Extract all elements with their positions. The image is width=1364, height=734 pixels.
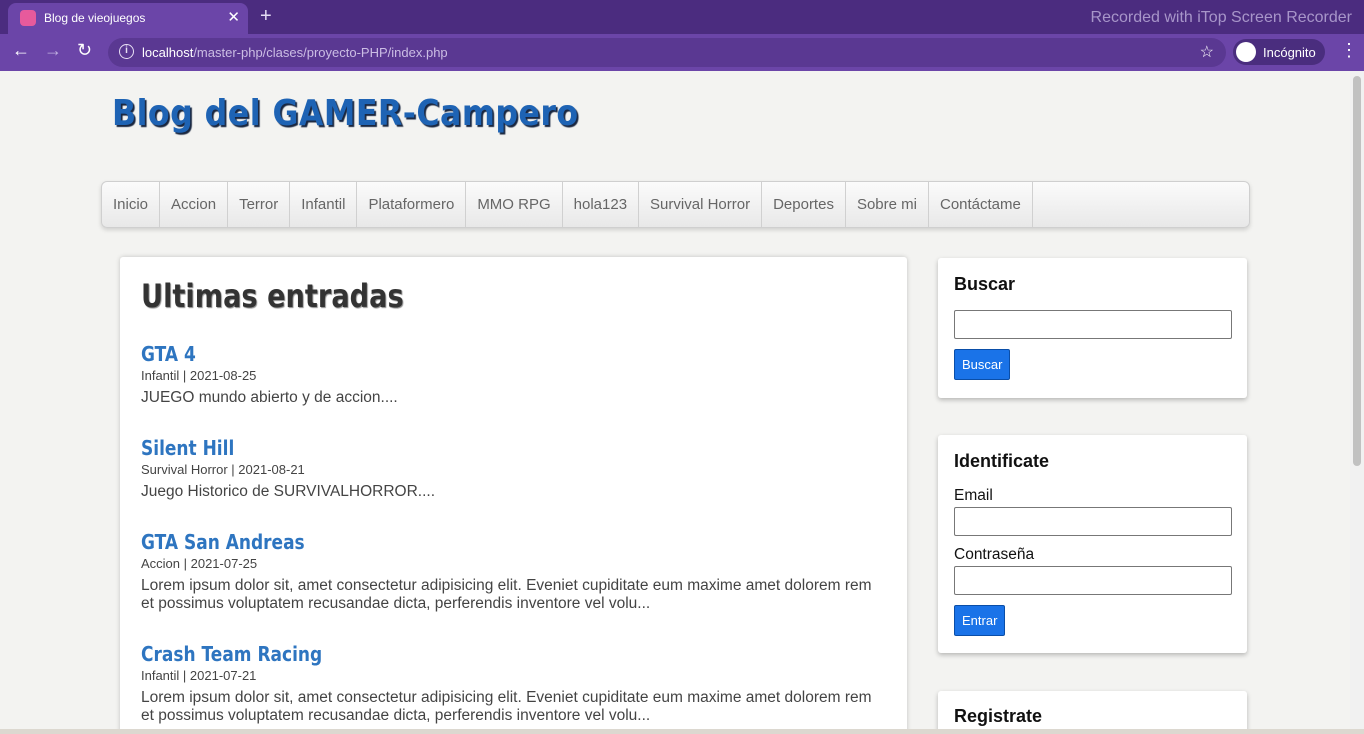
entry-meta: Infantil | 2021-07-21: [141, 668, 257, 683]
new-tab-icon[interactable]: +: [260, 5, 272, 28]
url-path: /master-php/clases/proyecto-PHP/index.ph…: [193, 45, 448, 60]
kebab-menu-icon[interactable]: ⋮: [1340, 40, 1358, 61]
main-menu: Inicio Accion Terror Infantil Plataforme…: [101, 181, 1250, 228]
email-label: Email: [954, 487, 993, 504]
menu-item-deportes[interactable]: Deportes: [762, 182, 846, 227]
star-icon[interactable]: ☆: [1200, 42, 1214, 62]
entry-meta: Survival Horror | 2021-08-21: [141, 462, 305, 477]
entry-meta: Infantil | 2021-08-25: [141, 368, 257, 383]
entry-item: GTA San Andreas Accion | 2021-07-25 Lore…: [141, 530, 881, 613]
entry-meta: Accion | 2021-07-25: [141, 556, 258, 571]
entry-item: Silent Hill Survival Horror | 2021-08-21…: [141, 436, 881, 501]
arrow-right-icon[interactable]: →: [44, 40, 62, 61]
login-title: Identificate: [954, 451, 1050, 471]
register-card: Registrate: [938, 691, 1247, 734]
url-host: localhost: [142, 45, 194, 60]
password-field[interactable]: [954, 566, 1232, 595]
recorder-watermark: Recorded with iTop Screen Recorder: [1090, 9, 1352, 26]
search-title: Buscar: [954, 274, 1016, 294]
entry-item: Crash Team Racing Infantil | 2021-07-21 …: [141, 642, 881, 725]
address-bar[interactable]: i localhost/master-php/clases/proyecto-P…: [108, 38, 1226, 67]
search-input[interactable]: [954, 310, 1232, 339]
entry-description: Lorem ipsum dolor sit, amet consectetur …: [141, 689, 872, 724]
search-button[interactable]: Buscar: [954, 349, 1011, 380]
incognito-badge[interactable]: Incógnito: [1233, 39, 1325, 65]
site-title[interactable]: Blog del GAMER-Campero: [112, 93, 579, 134]
search-card: Buscar Buscar: [938, 258, 1247, 398]
status-strip: [0, 729, 1364, 734]
login-card: Identificate Email Contraseña Entrar: [938, 435, 1247, 653]
register-title: Registrate: [954, 706, 1043, 726]
browser-tab-bar: Blog de vieojuegos ✕ + Recorded with iTo…: [0, 0, 1364, 34]
menu-item-hola123[interactable]: hola123: [563, 182, 640, 227]
password-label: Contraseña: [954, 546, 1035, 563]
info-icon[interactable]: i: [119, 44, 134, 59]
entry-description: JUEGO mundo abierto y de accion....: [141, 389, 398, 406]
tab-title: Blog de vieojuegos: [44, 11, 146, 25]
incognito-icon: [1236, 42, 1256, 62]
browser-toolbar: ← → ↻ i localhost/master-php/clases/proy…: [0, 34, 1364, 71]
url-text: localhost/master-php/clases/proyecto-PHP…: [142, 45, 448, 60]
login-button[interactable]: Entrar: [954, 605, 1006, 636]
menu-item-survival-horror[interactable]: Survival Horror: [639, 182, 763, 227]
menu-item-infantil[interactable]: Infantil: [290, 182, 358, 227]
arrow-left-icon[interactable]: ←: [12, 40, 30, 61]
page-heading: Ultimas entradas: [141, 277, 404, 315]
email-field[interactable]: [954, 507, 1232, 536]
entry-title-link[interactable]: Crash Team Racing: [141, 642, 770, 666]
entry-title-link[interactable]: GTA 4: [141, 342, 770, 366]
page-viewport: Blog del GAMER-Campero Inicio Accion Ter…: [0, 71, 1350, 734]
page-scrollbar[interactable]: [1350, 71, 1364, 734]
entry-description: Juego Historico de SURVIVALHORROR....: [141, 483, 436, 500]
entry-description: Lorem ipsum dolor sit, amet consectetur …: [141, 577, 872, 612]
menu-item-mmo-rpg[interactable]: MMO RPG: [466, 182, 563, 227]
reload-icon[interactable]: ↻: [77, 40, 92, 61]
menu-item-accion[interactable]: Accion: [160, 182, 229, 227]
menu-item-sobre-mi[interactable]: Sobre mi: [846, 182, 929, 227]
incognito-label: Incógnito: [1263, 45, 1316, 60]
latest-entries-card: Ultimas entradas GTA 4 Infantil | 2021-0…: [120, 257, 907, 734]
entry-item: GTA 4 Infantil | 2021-08-25 JUEGO mundo …: [141, 342, 881, 407]
menu-item-inicio[interactable]: Inicio: [102, 182, 161, 227]
entry-title-link[interactable]: GTA San Andreas: [141, 530, 770, 554]
close-tab-icon[interactable]: ✕: [227, 8, 240, 26]
scrollbar-thumb[interactable]: [1353, 76, 1361, 466]
menu-item-plataformero[interactable]: Plataformero: [357, 182, 467, 227]
entry-title-link[interactable]: Silent Hill: [141, 436, 770, 460]
menu-item-contactame[interactable]: Contáctame: [929, 182, 1033, 227]
menu-item-terror[interactable]: Terror: [228, 182, 291, 227]
browser-tab[interactable]: Blog de vieojuegos ✕: [8, 3, 248, 34]
favicon-icon: [20, 10, 36, 26]
